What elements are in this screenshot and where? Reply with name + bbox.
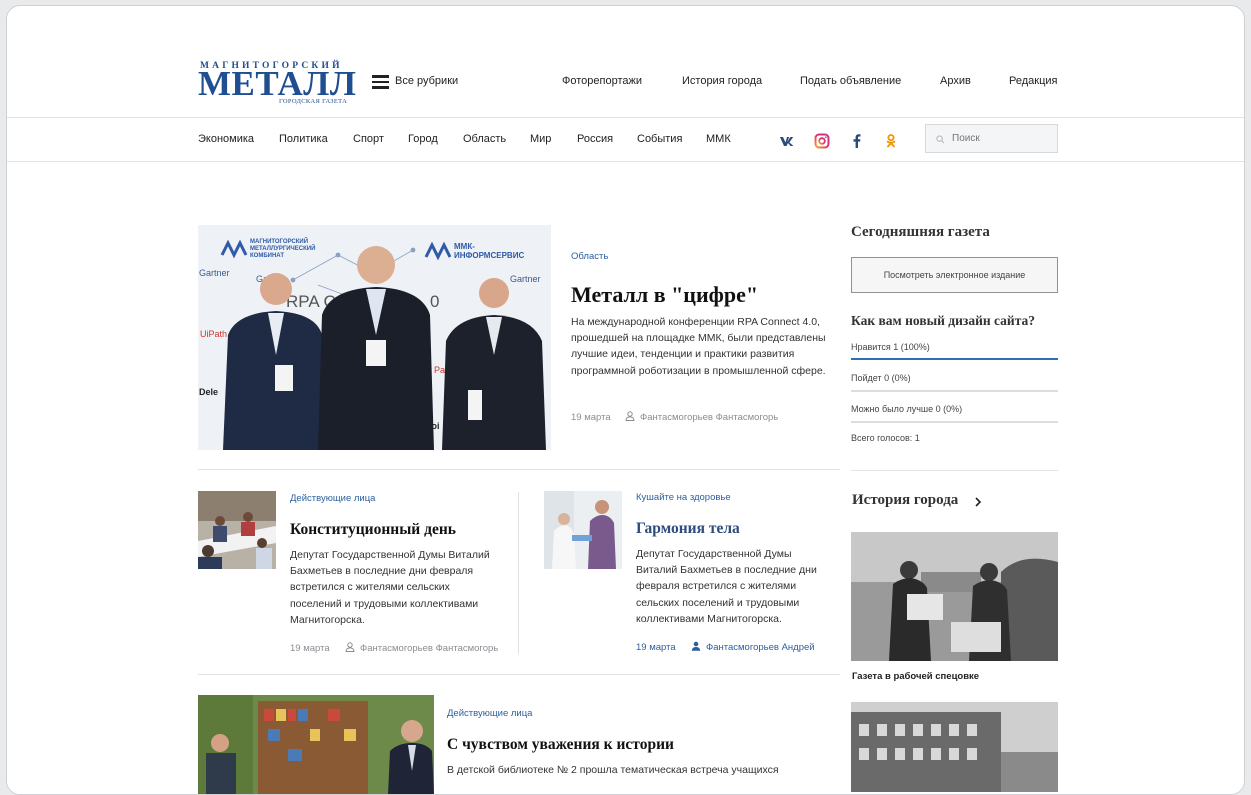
photo-wall-text-7: Dele bbox=[199, 387, 218, 397]
category-mmk[interactable]: ММК bbox=[706, 133, 731, 145]
view-electronic-edition-button[interactable]: Посмотреть электронное издание bbox=[851, 257, 1058, 293]
nav-editorial[interactable]: Редакция bbox=[1009, 75, 1057, 87]
category-events[interactable]: События bbox=[637, 133, 682, 145]
poll-fill-1 bbox=[851, 358, 1058, 360]
article-1-lead: Депутат Государственной Думы Виталий Бах… bbox=[290, 549, 490, 626]
main-article-lead: На международной конференции RPA Connect… bbox=[571, 316, 826, 377]
photo-logo-left-line1: МАГНИТОГОРСКИЙ bbox=[250, 237, 308, 245]
article-1-title[interactable]: Конституционный день bbox=[290, 521, 456, 539]
article-1-photo[interactable] bbox=[198, 491, 276, 569]
odnoklassniki-icon[interactable] bbox=[883, 133, 899, 149]
photo-logo-left-line2: МЕТАЛЛУРГИЧЕСКИЙ bbox=[250, 244, 315, 252]
category-city[interactable]: Город bbox=[408, 133, 438, 145]
nav-city-history[interactable]: История города bbox=[682, 75, 762, 87]
category-region[interactable]: Область bbox=[463, 133, 506, 145]
vk-icon[interactable] bbox=[779, 133, 795, 149]
photo-logo-left-line3: КОМБИНАТ bbox=[250, 253, 284, 259]
category-politics[interactable]: Политика bbox=[279, 133, 328, 145]
main-article-photo[interactable]: МАГНИТОГОРСКИЙ МЕТАЛЛУРГИЧЕСКИЙ КОМБИНАТ… bbox=[198, 225, 551, 450]
article-2-photo[interactable] bbox=[544, 491, 622, 569]
poll-bar-2 bbox=[851, 390, 1058, 392]
city-history-photo-2[interactable] bbox=[851, 702, 1058, 792]
poll-bar-3 bbox=[851, 421, 1058, 423]
facebook-icon[interactable] bbox=[849, 133, 865, 149]
photo-wall-text-6: UiPath bbox=[200, 329, 227, 339]
poll-option-3[interactable]: Можно было лучше 0 (0%) bbox=[851, 404, 962, 414]
category-sport[interactable]: Спорт bbox=[353, 133, 384, 145]
article-1-tag[interactable]: Действующие лица bbox=[290, 493, 375, 504]
article-2-tag[interactable]: Кушайте на здоровье bbox=[636, 492, 731, 503]
photo-logo-right-line2: ИНФОРМСЕРВИС bbox=[454, 251, 524, 260]
nav-archive[interactable]: Архив bbox=[940, 75, 971, 87]
user-icon bbox=[625, 411, 635, 421]
logo-subtitle: ГОРОДСКАЯ ГАЗЕТА bbox=[279, 98, 348, 105]
chevron-right-icon[interactable] bbox=[974, 497, 982, 507]
category-world[interactable]: Мир bbox=[530, 133, 551, 145]
poll-total: Всего голосов: 1 bbox=[851, 433, 920, 443]
articles-divider bbox=[198, 469, 840, 470]
city-history-title[interactable]: История города bbox=[852, 492, 958, 509]
article-3-title[interactable]: С чувством уважения к истории bbox=[447, 736, 674, 754]
main-article-title[interactable]: Металл в "цифре" bbox=[571, 282, 758, 308]
article-2-date: 19 марта bbox=[636, 642, 676, 653]
search-icon bbox=[936, 135, 945, 144]
user-icon bbox=[345, 642, 355, 652]
article-3-lead: В детской библиотеке № 2 прошла тематиче… bbox=[447, 764, 779, 776]
photo-logo-right-line1: ММК- bbox=[454, 242, 475, 251]
menu-icon[interactable] bbox=[372, 75, 389, 89]
site-logo[interactable]: МЕТАЛЛ bbox=[198, 66, 356, 101]
city-history-photo[interactable] bbox=[851, 532, 1058, 661]
nav-photoreports[interactable]: Фоторепортажи bbox=[562, 75, 642, 87]
category-russia[interactable]: Россия bbox=[577, 133, 613, 145]
poll-option-2[interactable]: Пойдет 0 (0%) bbox=[851, 373, 911, 383]
main-article-tag[interactable]: Область bbox=[571, 251, 608, 262]
poll-title: Как вам новый дизайн сайта? bbox=[851, 313, 1035, 328]
article-3-tag[interactable]: Действующие лица bbox=[447, 708, 532, 719]
article-2-author[interactable]: Фантасмогорьев Андрей bbox=[706, 642, 815, 653]
article-1-date: 19 марта bbox=[290, 643, 330, 654]
photo-wall-text-3: Gartner bbox=[510, 274, 541, 284]
category-divider bbox=[7, 161, 1244, 162]
photo-wall-text-5: 0 bbox=[430, 292, 439, 311]
poll-bar-1 bbox=[851, 358, 1058, 360]
poll-option-1[interactable]: Нравится 1 (100%) bbox=[851, 342, 930, 352]
instagram-icon[interactable] bbox=[814, 133, 830, 149]
main-article-date: 19 марта bbox=[571, 412, 611, 423]
user-icon bbox=[691, 641, 701, 651]
article-1-author[interactable]: Фантасмогорьев Фантасмогорь bbox=[360, 643, 498, 654]
nav-post-ad[interactable]: Подать объявление bbox=[800, 75, 901, 87]
article-2-lead: Депутат Государственной Думы Виталий Бах… bbox=[636, 548, 817, 625]
header-divider bbox=[7, 117, 1244, 118]
article-3-photo[interactable] bbox=[198, 695, 434, 794]
articles-divider-2 bbox=[198, 674, 840, 675]
article-2-title[interactable]: Гармония тела bbox=[636, 520, 740, 538]
category-economy[interactable]: Экономика bbox=[198, 133, 254, 145]
browser-page: МАГНИТОГОРСКИЙ МЕТАЛЛ ГОРОДСКАЯ ГАЗЕТА В… bbox=[6, 5, 1245, 795]
all-rubrics-link[interactable]: Все рубрики bbox=[395, 75, 458, 87]
city-history-caption[interactable]: Газета в рабочей спецовке bbox=[852, 671, 979, 682]
today-newspaper-title: Сегодняшняя газета bbox=[851, 224, 990, 240]
sidebar-divider bbox=[851, 470, 1058, 471]
photo-wall-text-1: Gartner bbox=[199, 268, 230, 278]
articles-column-divider bbox=[518, 492, 519, 654]
main-article-author[interactable]: Фантасмогорьев Фантасмогорь bbox=[640, 412, 778, 423]
